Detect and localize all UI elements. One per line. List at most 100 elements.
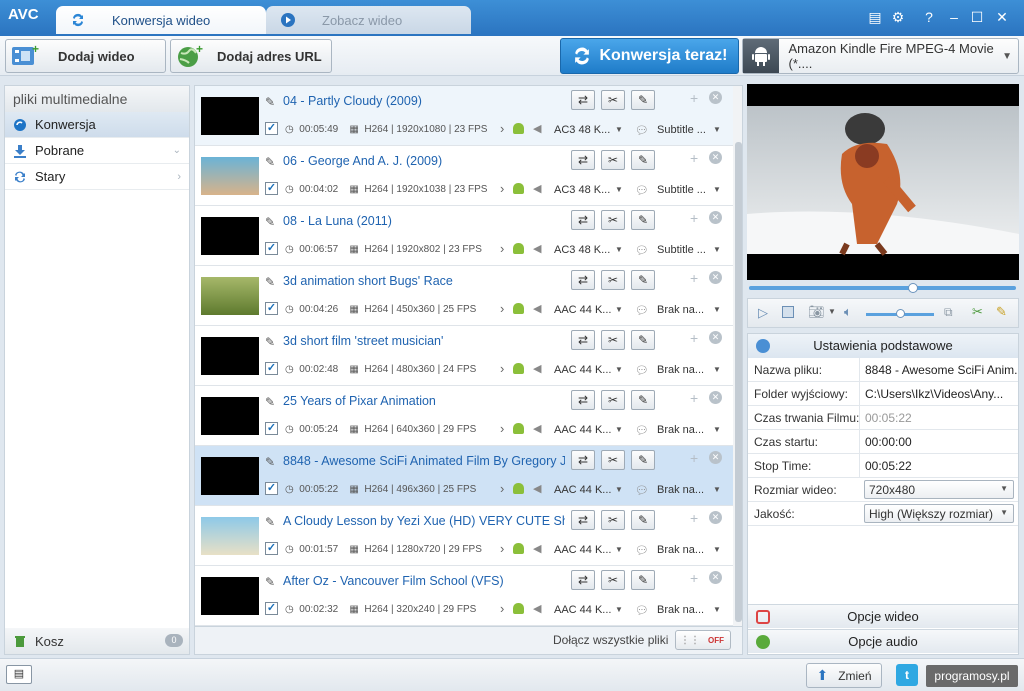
remove-file-icon[interactable]: ✕ <box>709 331 722 344</box>
video-thumbnail[interactable] <box>201 97 259 135</box>
layout-toggle-icon[interactable]: ▤ <box>6 665 32 684</box>
file-checkbox[interactable]: ✓ <box>265 242 278 255</box>
subtitle-track[interactable]: Brak na... <box>657 304 704 316</box>
file-checkbox[interactable]: ✓ <box>265 302 278 315</box>
convert-file-button[interactable]: ⇄ <box>571 150 595 170</box>
edit-name-icon[interactable]: ✎ <box>265 395 275 409</box>
stop-time-field[interactable]: 00:05:22 <box>859 454 1018 477</box>
audio-track[interactable]: AAC 44 K... <box>554 544 611 556</box>
help-icon[interactable]: ? <box>920 8 938 26</box>
scissors-icon[interactable]: ✂ <box>601 510 625 530</box>
remove-file-icon[interactable]: ✕ <box>709 151 722 164</box>
magic-wand-icon[interactable]: ✎ <box>631 90 655 110</box>
scissors-icon[interactable]: ✂ <box>601 450 625 470</box>
remove-file-icon[interactable]: ✕ <box>709 571 722 584</box>
file-row[interactable]: ✎ 06 - George And A. J. (2009) ✓ ◷ 00:04:02… <box>195 146 733 206</box>
sidebar-item-trash[interactable]: Kosz 0 <box>5 628 189 654</box>
file-row[interactable]: ✎ 8848 - Awesome SciFi Animated Film By G… <box>195 446 733 506</box>
audio-track[interactable]: AC3 48 K... <box>554 244 610 256</box>
audio-track[interactable]: AC3 48 K... <box>554 184 610 196</box>
file-name[interactable]: After Oz - Vancouver Film School (VFS) <box>283 574 504 588</box>
convert-file-button[interactable]: ⇄ <box>571 210 595 230</box>
magic-wand-icon[interactable]: ✎ <box>631 570 655 590</box>
magic-wand-icon[interactable]: ✎ <box>996 304 1007 320</box>
convert-file-button[interactable]: ⇄ <box>571 390 595 410</box>
magic-wand-icon[interactable]: ✎ <box>631 150 655 170</box>
volume-icon[interactable]: 🔈︎ <box>844 304 852 320</box>
close-icon[interactable]: ✕ <box>993 8 1011 26</box>
add-icon[interactable]: + <box>690 510 698 526</box>
file-row[interactable]: ✎ 04 - Partly Cloudy (2009) ✓ ◷ 00:05:49 ▦ … <box>195 86 733 146</box>
video-size-select[interactable]: 720x480 ▼ <box>864 480 1014 499</box>
chevron-down-icon[interactable]: ▼ <box>615 125 623 134</box>
gear-icon[interactable]: ⚙ <box>889 8 907 26</box>
file-checkbox[interactable]: ✓ <box>265 482 278 495</box>
magic-wand-icon[interactable]: ✎ <box>631 270 655 290</box>
add-icon[interactable]: + <box>690 390 698 406</box>
chevron-down-icon[interactable]: ▼ <box>615 245 623 254</box>
audio-track[interactable]: AAC 44 K... <box>554 604 611 616</box>
scissors-icon[interactable]: ✂ <box>601 90 625 110</box>
chevron-down-icon[interactable]: ▼ <box>615 185 623 194</box>
add-video-button[interactable]: + Dodaj wideo <box>5 39 166 73</box>
edit-name-icon[interactable]: ✎ <box>265 515 275 529</box>
video-thumbnail[interactable] <box>201 397 259 435</box>
seek-handle[interactable] <box>908 283 918 293</box>
file-name[interactable]: 3d short film 'street musician' <box>283 334 443 348</box>
subtitle-track[interactable]: Subtitle ... <box>657 124 706 136</box>
convert-file-button[interactable]: ⇄ <box>571 570 595 590</box>
subtitle-track[interactable]: Brak na... <box>657 484 704 496</box>
file-name[interactable]: 3d animation short Bugs' Race <box>283 274 453 288</box>
file-name[interactable]: 04 - Partly Cloudy (2009) <box>283 94 422 108</box>
convert-file-button[interactable]: ⇄ <box>571 270 595 290</box>
chevron-down-icon[interactable]: ▼ <box>713 605 721 614</box>
add-icon[interactable]: + <box>690 270 698 286</box>
chevron-down-icon[interactable]: ▼ <box>713 425 721 434</box>
chevron-down-icon[interactable]: ▼ <box>828 307 836 316</box>
file-name[interactable]: 25 Years of Pixar Animation <box>283 394 436 408</box>
chevron-down-icon[interactable]: ▼ <box>713 485 721 494</box>
add-icon[interactable]: + <box>690 210 698 226</box>
sidebar-item-old[interactable]: Stary › <box>5 164 189 190</box>
seek-progress[interactable] <box>749 286 1016 290</box>
add-icon[interactable]: + <box>690 150 698 166</box>
edit-name-icon[interactable]: ✎ <box>265 95 275 109</box>
log-icon[interactable]: ▤ <box>866 8 884 26</box>
video-thumbnail[interactable] <box>201 517 259 555</box>
remove-file-icon[interactable]: ✕ <box>709 91 722 104</box>
add-icon[interactable]: + <box>690 90 698 106</box>
chevron-down-icon[interactable]: ▼ <box>615 365 623 374</box>
file-checkbox[interactable]: ✓ <box>265 362 278 375</box>
magic-wand-icon[interactable]: ✎ <box>631 330 655 350</box>
scissors-icon[interactable]: ✂ <box>601 210 625 230</box>
file-row[interactable]: ✎ A Cloudy Lesson by Yezi Xue (HD) VERY C… <box>195 506 733 566</box>
start-time-field[interactable]: 00:00:00 <box>859 430 1018 453</box>
edit-name-icon[interactable]: ✎ <box>265 335 275 349</box>
remove-file-icon[interactable]: ✕ <box>709 511 722 524</box>
remove-file-icon[interactable]: ✕ <box>709 451 722 464</box>
output-folder-field[interactable]: C:\Users\Ikz\Videos\Any... <box>859 382 1018 405</box>
edit-name-icon[interactable]: ✎ <box>265 215 275 229</box>
file-checkbox[interactable]: ✓ <box>265 422 278 435</box>
subtitle-track[interactable]: Subtitle ... <box>657 184 706 196</box>
volume-handle[interactable] <box>896 309 905 318</box>
chevron-right-icon[interactable]: › <box>177 171 181 183</box>
maximize-icon[interactable]: ☐ <box>968 8 986 26</box>
scissors-icon[interactable]: ✂ <box>601 330 625 350</box>
add-icon[interactable]: + <box>690 330 698 346</box>
chevron-down-icon[interactable]: ▼ <box>615 485 623 494</box>
chevron-down-icon[interactable]: ▼ <box>713 245 721 254</box>
magic-wand-icon[interactable]: ✎ <box>631 210 655 230</box>
file-checkbox[interactable]: ✓ <box>265 542 278 555</box>
file-checkbox[interactable]: ✓ <box>265 182 278 195</box>
subtitle-track[interactable]: Brak na... <box>657 364 704 376</box>
chevron-down-icon[interactable]: ▼ <box>615 545 623 554</box>
convert-file-button[interactable]: ⇄ <box>571 450 595 470</box>
chevron-down-icon[interactable]: ▼ <box>615 605 623 614</box>
edit-name-icon[interactable]: ✎ <box>265 155 275 169</box>
file-row[interactable]: ✎ After Oz - Vancouver Film School (VFS) ✓… <box>195 566 733 626</box>
subtitle-track[interactable]: Brak na... <box>657 544 704 556</box>
copy-icon[interactable]: ⧉ <box>944 305 953 320</box>
add-icon[interactable]: + <box>690 450 698 466</box>
file-name[interactable]: A Cloudy Lesson by Yezi Xue (HD) VERY CU… <box>283 514 565 528</box>
